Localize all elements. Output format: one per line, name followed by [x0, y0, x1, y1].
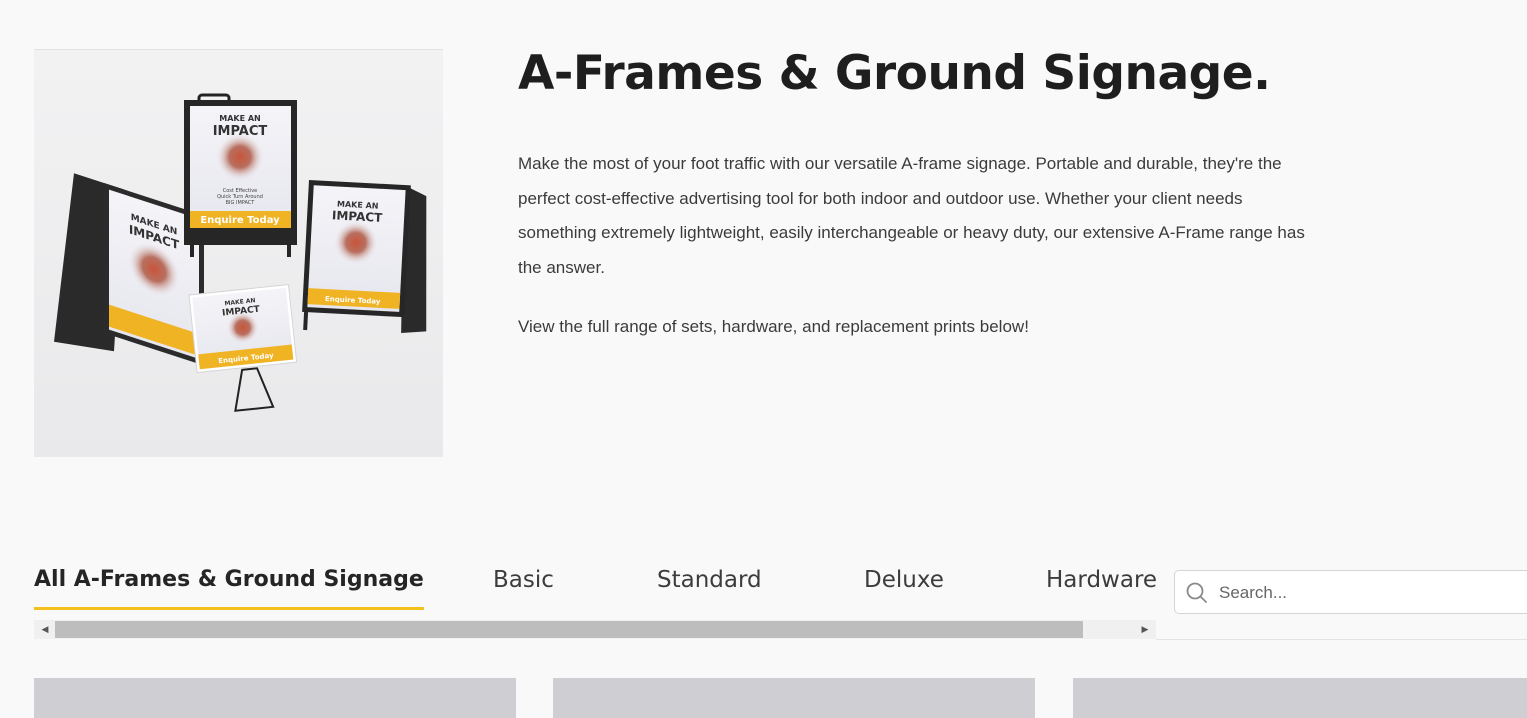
tab-deluxe[interactable]: Deluxe [864, 560, 944, 610]
sign-top-cta: Enquire Today [200, 215, 280, 226]
page-title: A-Frames & Ground Signage. [518, 46, 1271, 101]
product-card[interactable] [553, 678, 1035, 718]
product-card[interactable] [1073, 678, 1527, 718]
intro-paragraph: Make the most of your foot traffic with … [518, 154, 1305, 277]
sign-top-headline: MAKE AN [219, 114, 261, 123]
hero-product-image: MAKE AN IMPACT MAKE AN IMPACT Cost Effec… [34, 49, 443, 457]
search-box [1174, 570, 1527, 614]
sign-top-headline-2: IMPACT [213, 124, 268, 139]
tab-basic[interactable]: Basic [493, 560, 554, 610]
tab-all-a-frames[interactable]: All A-Frames & Ground Signage [34, 560, 424, 610]
product-card[interactable] [34, 678, 516, 718]
search-input[interactable] [1219, 579, 1519, 607]
triangle-left-icon[interactable]: ◀ [36, 620, 54, 639]
divider [1156, 639, 1527, 640]
triangle-right-icon[interactable]: ▶ [1136, 620, 1154, 639]
tab-standard[interactable]: Standard [657, 560, 762, 610]
scrollbar-thumb[interactable] [55, 621, 1083, 638]
intro-paragraph-2: View the full range of sets, hardware, a… [518, 317, 1029, 336]
sign-top-subtext-3: BIG IMPACT [226, 200, 256, 206]
category-tabs: All A-Frames & Ground Signage Basic Stan… [34, 560, 1157, 610]
tab-hardware[interactable]: Hardware [1046, 560, 1157, 610]
search-icon [1186, 582, 1207, 603]
tabs-scrollbar[interactable]: ◀ ▶ [34, 620, 1156, 639]
sign-right-headline-2: IMPACT [332, 208, 384, 225]
